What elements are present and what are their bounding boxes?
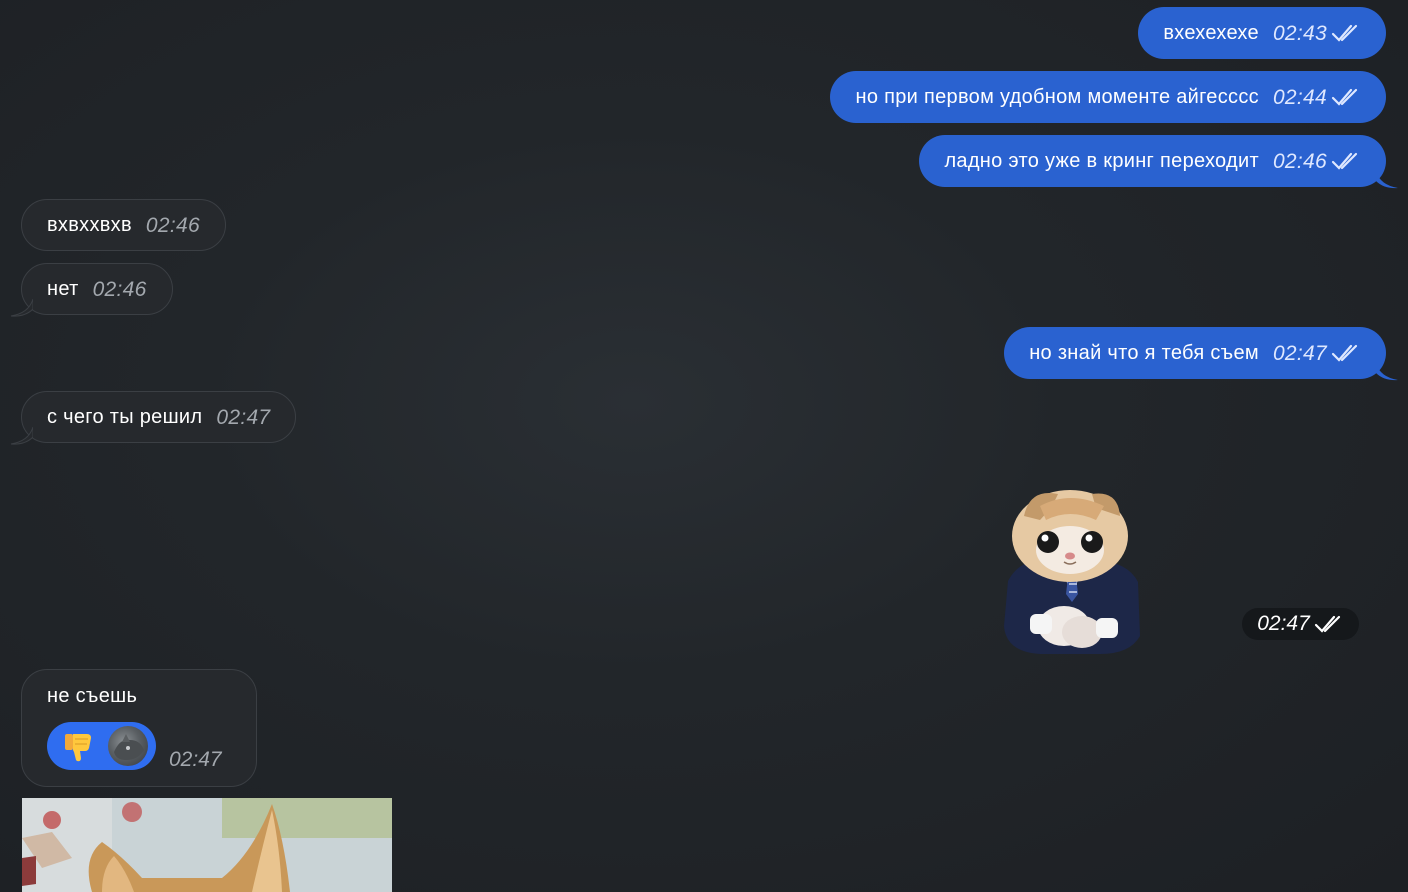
message-text: не съешь: [47, 685, 138, 707]
double-check-icon: [1314, 614, 1344, 634]
chat-history[interactable]: вхехехехе 02:43 но при первом удобном мо…: [0, 0, 1408, 892]
bubble-tail: [1376, 363, 1398, 381]
incoming-message[interactable]: вхвххвхв 02:46: [21, 199, 226, 251]
message-text: вхвххвхв: [47, 214, 132, 236]
message-time: 02:44: [1272, 85, 1327, 109]
incoming-message[interactable]: нет 02:46: [21, 263, 173, 315]
sticker-time-badge: 02:47: [1242, 608, 1359, 640]
outgoing-message[interactable]: вхехехехе 02:43: [1138, 7, 1386, 59]
message-time: 02:43: [1272, 21, 1327, 45]
outgoing-message[interactable]: но знай что я тебя съем 02:47: [1004, 327, 1386, 379]
double-check-icon: [1331, 343, 1361, 363]
message-text: но при первом удобном моменте айгесссс: [855, 86, 1259, 108]
message-time: 02:46: [1272, 149, 1327, 173]
bubble-tail: [10, 427, 33, 445]
double-check-icon: [1331, 151, 1361, 171]
message-time: 02:46: [145, 213, 200, 237]
incoming-message[interactable]: не съешь 02:47: [21, 669, 257, 787]
reaction-button[interactable]: [47, 722, 156, 770]
message-text: ладно это уже в кринг переходит: [944, 150, 1259, 172]
message-time: 02:47: [216, 405, 271, 429]
message-text: но знай что я тебя съем: [1029, 342, 1259, 364]
double-check-icon: [1331, 87, 1361, 107]
double-check-icon: [1331, 23, 1361, 43]
message-text: вхехехехе: [1163, 22, 1259, 44]
message-time: 02:47: [169, 748, 222, 771]
message-text: нет: [47, 278, 79, 300]
message-text: с чего ты решил: [47, 406, 203, 428]
outgoing-message[interactable]: но при первом удобном моменте айгесссс 0…: [830, 71, 1386, 123]
cat-photo[interactable]: [22, 798, 392, 892]
message-time: 02:46: [92, 277, 147, 301]
bubble-tail: [10, 299, 33, 317]
avatar[interactable]: [108, 726, 148, 766]
message-time: 02:47: [1257, 612, 1310, 635]
cat-in-suit-sticker[interactable]: [1000, 486, 1144, 658]
thumbs-down-icon: [65, 734, 91, 762]
message-time: 02:47: [1272, 341, 1327, 365]
outgoing-message[interactable]: ладно это уже в кринг переходит 02:46: [919, 135, 1386, 187]
incoming-message[interactable]: с чего ты решил 02:47: [21, 391, 297, 443]
bubble-tail: [1376, 171, 1398, 189]
